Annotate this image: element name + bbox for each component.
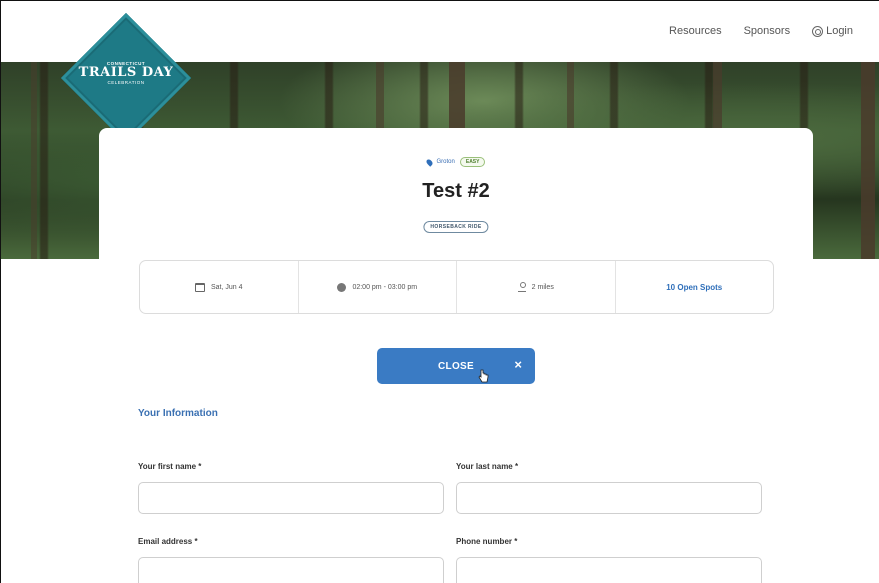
activity-tag: HORSEBACK RIDE xyxy=(423,221,489,233)
trails-day-logo[interactable]: CONNECTICUT TRAILS DAY CELEBRATION xyxy=(60,12,192,144)
event-distance-cell: 2 miles xyxy=(457,261,616,313)
event-date: Sat, Jun 4 xyxy=(210,283,243,291)
event-time-cell: 02:00 pm - 03:00 pm xyxy=(299,261,457,313)
event-date-cell: Sat, Jun 4 xyxy=(140,261,299,313)
open-spots-cell: 10 Open Spots xyxy=(616,261,774,313)
your-information-heading: Your Information xyxy=(138,408,218,419)
last-name-label: Your last name * xyxy=(456,462,519,471)
event-location-row: Groton EASY xyxy=(99,157,813,167)
last-name-field[interactable] xyxy=(456,482,762,514)
email-label: Email address * xyxy=(138,537,198,546)
logo-line-3: CELEBRATION xyxy=(107,80,145,85)
event-details-bar: Sat, Jun 4 02:00 pm - 03:00 pm 2 miles 1… xyxy=(139,260,774,314)
nav-login-label: Login xyxy=(826,25,853,37)
event-distance: 2 miles xyxy=(531,283,554,291)
close-button[interactable]: CLOSE × xyxy=(377,348,535,384)
difficulty-badge: EASY xyxy=(459,157,486,167)
nav-resources-link[interactable]: Resources xyxy=(669,25,722,37)
calendar-icon xyxy=(194,282,205,292)
event-time: 02:00 pm - 03:00 pm xyxy=(352,283,418,291)
close-button-label: CLOSE xyxy=(438,360,474,372)
user-icon xyxy=(812,25,824,37)
phone-label: Phone number * xyxy=(456,537,518,546)
close-icon: × xyxy=(514,357,522,372)
clock-icon xyxy=(337,282,347,292)
nav-sponsors-link[interactable]: Sponsors xyxy=(744,25,790,37)
first-name-field[interactable] xyxy=(138,482,444,514)
open-spots: 10 Open Spots xyxy=(666,282,723,292)
hand-cursor-icon xyxy=(478,369,489,383)
location-pin-icon xyxy=(424,157,434,167)
phone-field[interactable] xyxy=(456,557,762,583)
logo-line-2: TRAILS DAY xyxy=(78,65,174,80)
email-field[interactable] xyxy=(138,557,444,583)
event-location: Groton xyxy=(436,159,455,165)
event-title: Test #2 xyxy=(422,180,490,202)
nav-login-link[interactable]: Login xyxy=(812,25,853,37)
hiker-icon xyxy=(517,282,526,292)
top-nav: Resources Sponsors Login xyxy=(669,25,853,37)
first-name-label: Your first name * xyxy=(138,462,202,471)
